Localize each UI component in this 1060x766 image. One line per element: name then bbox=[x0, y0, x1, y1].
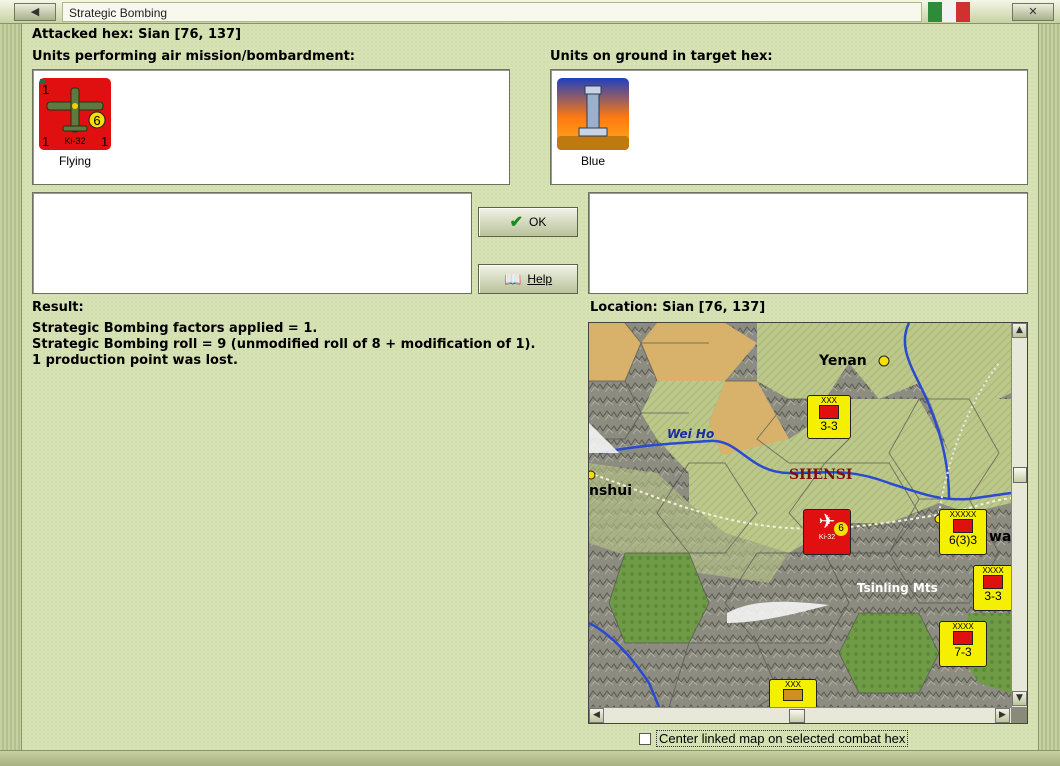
window-frame-bottom bbox=[0, 750, 1060, 766]
counter-symbol-icon bbox=[819, 405, 839, 419]
air-units-list[interactable]: 6 1 1 1 Ki-32 Flying bbox=[32, 69, 510, 185]
counter-size: XXXX bbox=[982, 566, 1004, 575]
map-label-wa: wa bbox=[989, 529, 1012, 545]
help-book-icon: 📖 bbox=[503, 270, 522, 287]
center-map-checkbox[interactable] bbox=[639, 733, 651, 745]
attacker-info-panel bbox=[32, 192, 472, 294]
map-label-wei-ho: Wei Ho bbox=[667, 427, 715, 441]
counter-symbol-icon bbox=[953, 519, 973, 533]
air-unit-type: Ki-32 bbox=[64, 136, 85, 146]
location-heading: Location: Sian [76, 137] bbox=[590, 300, 766, 315]
attacked-hex-label: Attacked hex: Sian [76, 137] bbox=[32, 27, 242, 42]
ground-units-heading: Units on ground in target hex: bbox=[550, 49, 773, 64]
checkmark-icon: ✔ bbox=[509, 214, 524, 231]
ok-button-label: OK bbox=[529, 215, 547, 229]
map-vertical-scrollbar[interactable]: ▲ ▼ bbox=[1011, 323, 1027, 707]
air-unit-label: Flying bbox=[58, 154, 91, 168]
counter-value: 3-3 bbox=[820, 419, 838, 433]
result-heading: Result: bbox=[32, 300, 84, 315]
map-label-tsinling: Tsinling Mts bbox=[857, 581, 938, 595]
map-unit-counter[interactable]: XXXXX 6(3)3 bbox=[939, 509, 987, 555]
map-label-shensi: SHENSI bbox=[789, 467, 853, 483]
ground-unit-label: Blue bbox=[580, 154, 606, 168]
ki32-aircraft-counter-icon[interactable]: 6 1 1 1 Ki-32 bbox=[39, 78, 111, 150]
counter-symbol-icon bbox=[983, 575, 1003, 589]
window-title: Strategic Bombing bbox=[62, 2, 922, 22]
counter-value: 7-3 bbox=[954, 645, 972, 659]
map-air-counter[interactable]: ✈ 6 Ki-32 bbox=[803, 509, 851, 555]
map-horizontal-scrollbar[interactable]: ◀ ▶ bbox=[589, 707, 1011, 723]
air-unit-strength: 6 bbox=[93, 113, 100, 128]
horizontal-scroll-thumb[interactable] bbox=[789, 709, 805, 723]
counter-value: 6(3)3 bbox=[948, 533, 977, 547]
result-line: Strategic Bombing factors applied = 1. bbox=[32, 321, 318, 336]
dialog-content: Attacked hex: Sian [76, 137] Units perfo… bbox=[22, 24, 1038, 750]
air-unit-card[interactable]: 6 1 1 1 Ki-32 Flying bbox=[39, 78, 111, 168]
scroll-right-arrow-icon[interactable]: ▶ bbox=[995, 708, 1010, 723]
air-units-heading: Units performing air mission/bombardment… bbox=[32, 49, 356, 64]
counter-value: 3-3 bbox=[984, 589, 1002, 603]
help-button-label: Help bbox=[527, 272, 553, 286]
counter-symbol-icon bbox=[783, 689, 803, 701]
air-unit-corner-bl: 1 bbox=[42, 134, 49, 149]
factory-target-icon[interactable] bbox=[557, 78, 629, 150]
ok-button[interactable]: ✔ OK bbox=[478, 207, 578, 237]
map-unit-counter[interactable]: XXXX 3-3 bbox=[973, 565, 1013, 611]
system-menu-button[interactable]: ◀ bbox=[14, 3, 56, 21]
map-unit-counter[interactable]: XXX 3-3 bbox=[807, 395, 851, 439]
ground-units-list[interactable]: Blue bbox=[550, 69, 1028, 185]
title-bar: ◀ Strategic Bombing ✕ bbox=[0, 0, 1060, 24]
mini-map[interactable]: Yenan Wei Ho SHENSI nshui Tsinling Mts w… bbox=[588, 322, 1028, 724]
counter-size: XXXX bbox=[952, 622, 974, 631]
close-button[interactable]: ✕ bbox=[1012, 3, 1054, 21]
result-line: 1 production point was lost. bbox=[32, 353, 238, 368]
help-button[interactable]: 📖 Help bbox=[478, 264, 578, 294]
ground-unit-card[interactable]: Blue bbox=[557, 78, 629, 168]
scroll-down-arrow-icon[interactable]: ▼ bbox=[1012, 691, 1027, 706]
nation-flag-icon bbox=[928, 2, 970, 22]
center-map-checkbox-label[interactable]: Center linked map on selected combat hex bbox=[656, 730, 909, 747]
map-unit-counter[interactable]: XXXX 7-3 bbox=[939, 621, 987, 667]
map-label-yenan: Yenan bbox=[819, 353, 867, 369]
result-text: Strategic Bombing factors applied = 1. S… bbox=[32, 321, 535, 369]
counter-size: XXX bbox=[784, 680, 801, 689]
vertical-scroll-thumb[interactable] bbox=[1013, 467, 1027, 483]
air-counter-strength: 6 bbox=[834, 522, 848, 536]
air-unit-corner-tl: 1 bbox=[42, 82, 49, 97]
result-line: Strategic Bombing roll = 9 (unmodified r… bbox=[32, 337, 536, 352]
scroll-left-arrow-icon[interactable]: ◀ bbox=[589, 708, 604, 723]
scroll-up-arrow-icon[interactable]: ▲ bbox=[1012, 323, 1027, 338]
window-frame-right bbox=[1038, 24, 1060, 750]
map-label-shui: nshui bbox=[589, 483, 633, 499]
window-frame-left bbox=[0, 24, 22, 750]
map-unit-counter[interactable]: XXX bbox=[769, 679, 817, 709]
air-unit-corner-br: 1 bbox=[101, 134, 108, 149]
counter-size: XXX bbox=[820, 396, 837, 405]
counter-size: XXXXX bbox=[949, 510, 977, 519]
defender-info-panel bbox=[588, 192, 1028, 294]
counter-symbol-icon bbox=[953, 631, 973, 645]
